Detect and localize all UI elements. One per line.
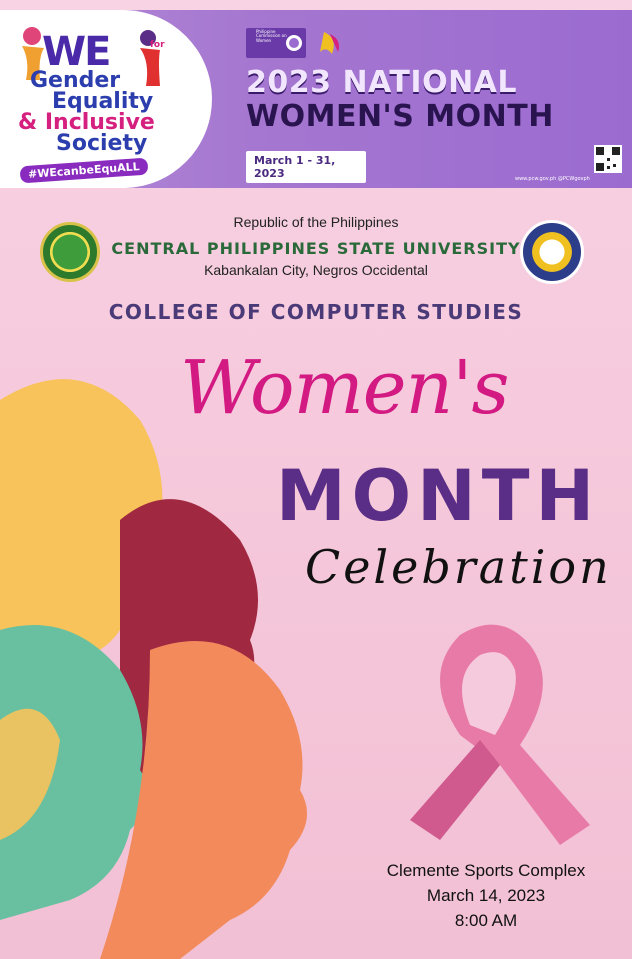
women-silhouettes-icon [0, 379, 308, 959]
college-name: COLLEGE OF COMPUTER STUDIES [108, 300, 524, 324]
pcw-label: Philippine Commission on Women [256, 29, 287, 43]
we-for-gender-equality-logo: WE for Gender Equality & Inclusive Socie… [0, 10, 212, 188]
title-line-1: 2023 NATIONAL [246, 65, 518, 100]
society-text: Society [56, 131, 148, 156]
event-date: March 14, 2023 [426, 886, 546, 905]
womens-title: Women's [180, 345, 510, 431]
event-venue: Clemente Sports Complex [386, 861, 586, 880]
event-time: 8:00 AM [454, 911, 518, 930]
national-womens-month-title: 2023 NATIONAL WOMEN'S MONTH [246, 66, 554, 134]
banner-date: March 1 - 31, 2023 [246, 151, 366, 183]
republic-text: Republic of the Philippines [233, 214, 399, 230]
month-title: MONTH [276, 455, 601, 537]
we-logo-text: WE [42, 29, 111, 75]
university-location: Kabankalan City, Negros Occidental [204, 262, 428, 278]
national-womens-month-banner: WE for Gender Equality & Inclusive Socie… [0, 10, 632, 188]
pink-ribbon-icon [410, 624, 590, 845]
celebration-title: Celebration [305, 540, 612, 594]
we-for-text: for [150, 40, 165, 50]
qr-code-icon [594, 145, 622, 173]
title-line-2: WOMEN'S MONTH [246, 99, 554, 134]
social-links: www.pcw.gov.ph @PCWgovph [515, 176, 590, 182]
university-name: CENTRAL PHILIPPINES STATE UNIVERSITY [111, 239, 521, 258]
poster: WE for Gender Equality & Inclusive Socie… [0, 0, 632, 959]
